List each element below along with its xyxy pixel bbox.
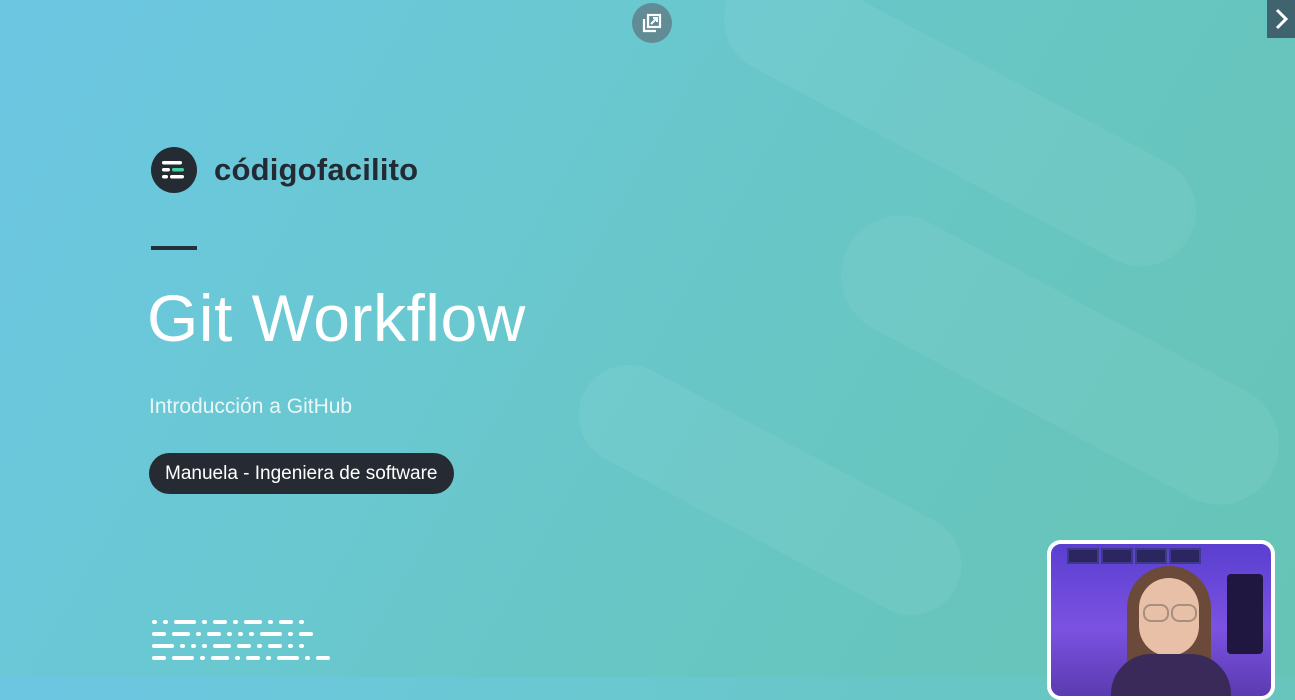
chevron-right-icon: [1275, 8, 1289, 30]
logo-mark-icon: [151, 147, 197, 193]
wall-frame: [1169, 548, 1201, 564]
background-streak: [561, 347, 979, 633]
slide-title: Git Workflow: [147, 281, 526, 355]
decorative-code-pattern: [152, 620, 336, 668]
slide-subtitle: Introducción a GitHub: [149, 395, 353, 418]
wall-frame: [1101, 548, 1133, 564]
glasses: [1171, 604, 1197, 622]
presenter-badge: Manuela - Ingeniera de software: [149, 453, 454, 494]
brand-name: códigofacilito: [214, 152, 419, 187]
next-slide-button[interactable]: [1267, 0, 1295, 38]
presenter-webcam: [1047, 540, 1275, 700]
background-streak: [819, 194, 1295, 526]
picture-in-picture-button[interactable]: [632, 3, 672, 43]
presenter-shirt: [1111, 654, 1231, 696]
glasses: [1143, 604, 1169, 622]
wall-frame: [1135, 548, 1167, 564]
title-divider: [151, 246, 197, 250]
background-equipment: [1227, 574, 1263, 654]
brand-logo: códigofacilito: [151, 147, 418, 193]
wall-frame: [1067, 548, 1099, 564]
picture-in-picture-icon: [642, 13, 662, 33]
